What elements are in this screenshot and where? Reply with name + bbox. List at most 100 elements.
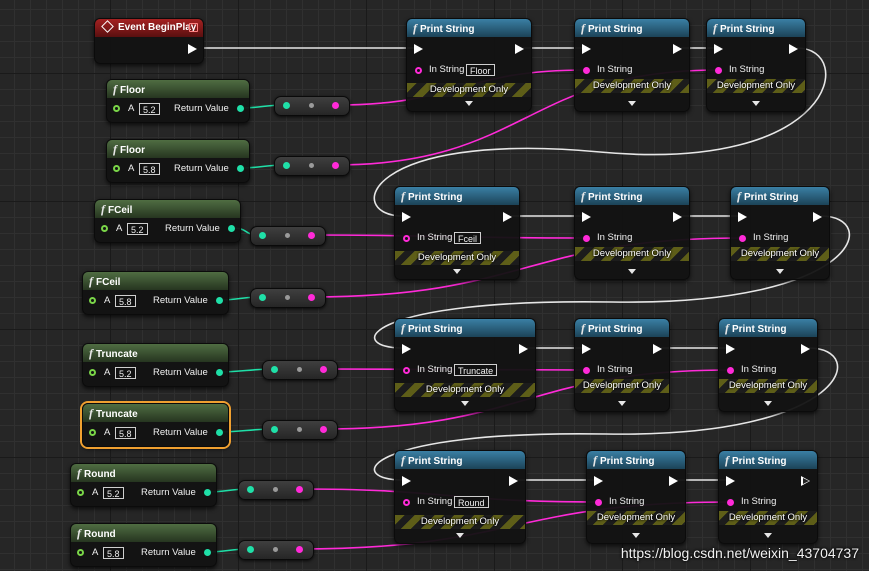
float-output-pin[interactable] [204, 549, 211, 556]
expand-caret-icon[interactable] [776, 269, 784, 274]
string-input-pin[interactable] [727, 499, 734, 506]
float-input-pin[interactable] [113, 105, 120, 112]
conversion-output-pin[interactable] [320, 426, 327, 433]
pure-node-truncate[interactable]: f Truncate A 5.2 Return Value [82, 343, 229, 387]
float-value-field[interactable]: 5.2 [115, 367, 136, 379]
expand-caret-icon[interactable] [632, 533, 640, 538]
conversion-output-pin[interactable] [308, 232, 315, 239]
expand-caret-icon[interactable] [461, 401, 469, 406]
print-string-node[interactable]: f Print String In String Development Only [730, 186, 830, 280]
exec-in-pin[interactable] [714, 44, 723, 54]
conversion-input-pin[interactable] [271, 366, 278, 373]
string-input-pin[interactable] [583, 235, 590, 242]
print-string-node[interactable]: f Print String In String Development Only [718, 450, 818, 544]
print-string-node[interactable]: f Print String In String Truncate Developmen… [394, 318, 536, 412]
pure-node-floor[interactable]: f Floor A 5.2 Return Value [106, 79, 250, 123]
conversion-input-pin[interactable] [283, 102, 290, 109]
string-input-pin[interactable] [403, 235, 410, 242]
conversion-input-pin[interactable] [247, 486, 254, 493]
float-value-field[interactable]: 5.2 [127, 223, 148, 235]
conversion-output-pin[interactable] [296, 546, 303, 553]
float-input-pin[interactable] [101, 225, 108, 232]
exec-out-pin[interactable] [789, 44, 798, 54]
string-input-pin[interactable] [727, 367, 734, 374]
expand-caret-icon[interactable] [628, 101, 636, 106]
float-value-field[interactable]: 5.8 [139, 163, 160, 175]
conversion-input-pin[interactable] [283, 162, 290, 169]
float-output-pin[interactable] [204, 489, 211, 496]
float-input-pin[interactable] [89, 369, 96, 376]
conversion-output-pin[interactable] [332, 162, 339, 169]
pure-node-round[interactable]: f Round A 5.8 Return Value [70, 523, 217, 567]
exec-out-pin[interactable] [188, 44, 197, 54]
conversion-node[interactable] [238, 540, 314, 560]
in-string-field[interactable]: Fceil [454, 232, 482, 244]
conversion-node[interactable] [274, 96, 350, 116]
exec-in-pin[interactable] [402, 212, 411, 222]
conversion-output-pin[interactable] [320, 366, 327, 373]
float-output-pin[interactable] [216, 429, 223, 436]
expand-caret-icon[interactable] [453, 269, 461, 274]
exec-out-pin[interactable] [801, 344, 810, 354]
print-string-node[interactable]: f Print String In String Floor Development O… [406, 18, 532, 112]
string-input-pin[interactable] [739, 235, 746, 242]
exec-in-pin[interactable] [582, 212, 591, 222]
expand-caret-icon[interactable] [456, 533, 464, 538]
exec-out-pin[interactable] [503, 212, 512, 222]
exec-out-pin[interactable] [519, 344, 528, 354]
expand-caret-icon[interactable] [618, 401, 626, 406]
float-output-pin[interactable] [237, 105, 244, 112]
print-string-node[interactable]: f Print String In String Development Only [718, 318, 818, 412]
exec-in-pin[interactable] [582, 344, 591, 354]
exec-out-pin[interactable] [653, 344, 662, 354]
string-input-pin[interactable] [403, 367, 410, 374]
event-beginplay-node[interactable]: Event BeginPlay [94, 18, 204, 64]
exec-in-pin[interactable] [582, 44, 591, 54]
string-input-pin[interactable] [583, 67, 590, 74]
in-string-field[interactable]: Round [454, 496, 489, 508]
conversion-output-pin[interactable] [308, 294, 315, 301]
print-string-node[interactable]: f Print String In String Development Only [586, 450, 686, 544]
conversion-node[interactable] [274, 156, 350, 176]
exec-in-pin[interactable] [594, 476, 603, 486]
conversion-input-pin[interactable] [271, 426, 278, 433]
float-value-field[interactable]: 5.2 [139, 103, 160, 115]
pure-node-round[interactable]: f Round A 5.2 Return Value [70, 463, 217, 507]
print-string-node[interactable]: f Print String In String Round Development O… [394, 450, 526, 544]
string-input-pin[interactable] [583, 367, 590, 374]
print-string-node[interactable]: f Print String In String Development Only [706, 18, 806, 112]
float-input-pin[interactable] [77, 489, 84, 496]
conversion-output-pin[interactable] [296, 486, 303, 493]
float-output-pin[interactable] [216, 297, 223, 304]
exec-in-pin[interactable] [414, 44, 423, 54]
exec-in-pin[interactable] [402, 476, 411, 486]
print-string-node[interactable]: f Print String In String Development Only [574, 18, 690, 112]
event-delegate-pin[interactable] [189, 23, 198, 32]
expand-caret-icon[interactable] [764, 401, 772, 406]
string-input-pin[interactable] [415, 67, 422, 74]
string-input-pin[interactable] [595, 499, 602, 506]
float-value-field[interactable]: 5.8 [103, 547, 124, 559]
pure-node-fceil[interactable]: f FCeil A 5.2 Return Value [94, 199, 241, 243]
print-string-node[interactable]: f Print String In String Development Only [574, 318, 670, 412]
expand-caret-icon[interactable] [752, 101, 760, 106]
exec-out-pin[interactable] [509, 476, 518, 486]
float-output-pin[interactable] [228, 225, 235, 232]
pure-node-floor[interactable]: f Floor A 5.8 Return Value [106, 139, 250, 183]
float-input-pin[interactable] [77, 549, 84, 556]
in-string-field[interactable]: Truncate [454, 364, 498, 376]
exec-in-pin[interactable] [402, 344, 411, 354]
float-value-field[interactable]: 5.8 [115, 427, 136, 439]
expand-caret-icon[interactable] [764, 533, 772, 538]
conversion-input-pin[interactable] [259, 232, 266, 239]
exec-out-pin[interactable] [669, 476, 678, 486]
float-input-pin[interactable] [89, 429, 96, 436]
float-value-field[interactable]: 5.8 [115, 295, 136, 307]
expand-caret-icon[interactable] [628, 269, 636, 274]
conversion-output-pin[interactable] [332, 102, 339, 109]
conversion-node[interactable] [250, 226, 326, 246]
exec-out-pin[interactable] [673, 44, 682, 54]
exec-out-pin[interactable] [813, 212, 822, 222]
pure-node-fceil[interactable]: f FCeil A 5.8 Return Value [82, 271, 229, 315]
conversion-node[interactable] [262, 360, 338, 380]
